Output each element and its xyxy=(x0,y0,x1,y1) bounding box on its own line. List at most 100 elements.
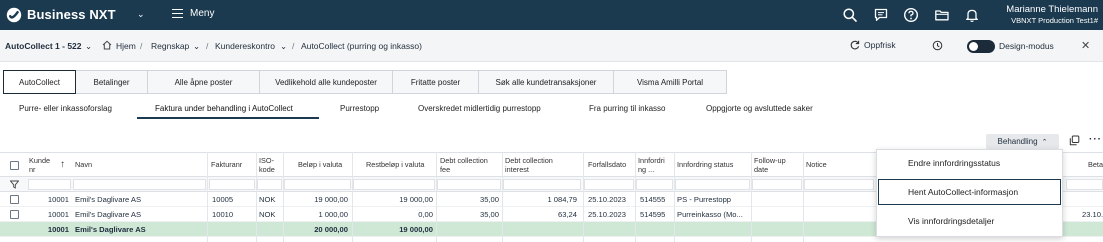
tab-vedlikehold[interactable]: Vedlikehold alle kundeposter xyxy=(260,70,393,94)
filter-icon[interactable] xyxy=(10,180,19,189)
tab-sok-kundetransaksjoner[interactable]: Søk alle kundetransaksjoner xyxy=(479,70,614,94)
design-mode-label: Design-modus xyxy=(999,41,1054,51)
col-header-kundenr[interactable]: Kunde nr xyxy=(29,156,57,174)
col-header-innfordring-nr[interactable]: Innfordri ng ... xyxy=(638,156,674,174)
tab-betalinger[interactable]: Betalinger xyxy=(76,70,148,94)
tab-visma-amilli[interactable]: Visma Amilli Portal xyxy=(614,70,727,94)
user-info[interactable]: Marianne Thielemann VBNXT Production Tes… xyxy=(1006,4,1098,26)
app-name[interactable]: Business NXT xyxy=(27,7,116,22)
menu-item-endre-innfordringsstatus[interactable]: Endre innfordringsstatus xyxy=(877,150,1062,176)
app-switcher-chevron-icon[interactable]: ⌄ xyxy=(137,9,145,20)
column-divider xyxy=(635,152,636,242)
menu-item-hent-autocollect-informasjon[interactable]: Hent AutoCollect-informasjon xyxy=(878,179,1061,205)
chat-icon[interactable] xyxy=(873,7,889,23)
breadcrumb-chevron-icon[interactable]: ⌄ xyxy=(193,41,200,52)
company-name: VBNXT Production Test1# xyxy=(1011,16,1098,25)
column-divider xyxy=(207,152,208,242)
row-checkbox[interactable] xyxy=(10,195,19,204)
breadcrumb-chevron-icon[interactable]: ⌄ xyxy=(280,41,287,52)
column-divider xyxy=(751,152,752,242)
col-header-cut[interactable]: Beta xyxy=(1088,160,1103,170)
cell-debt-fee: 35,00 xyxy=(479,210,499,219)
filter-innfordring-nr[interactable] xyxy=(636,179,673,190)
col-header-follow-up[interactable]: Follow-up date xyxy=(754,156,798,174)
close-icon[interactable]: ✕ xyxy=(1081,39,1090,52)
subtab-oppgjorte-saker[interactable]: Oppgjorte og avsluttede saker xyxy=(706,104,813,113)
refresh-label: Oppfrisk xyxy=(864,40,896,50)
subtab-fra-purring-til-inkasso[interactable]: Fra purring til inkasso xyxy=(589,104,665,113)
hamburger-icon xyxy=(172,9,183,18)
visma-logo-icon[interactable] xyxy=(6,7,22,23)
bell-icon[interactable] xyxy=(964,7,980,23)
column-divider xyxy=(352,152,353,242)
folder-icon[interactable] xyxy=(934,7,950,23)
select-all-checkbox[interactable] xyxy=(10,161,19,170)
history-icon[interactable] xyxy=(932,40,943,51)
copy-icon[interactable] xyxy=(1069,135,1080,146)
tab-label: Vedlikehold alle kundeposter xyxy=(275,77,377,87)
column-divider xyxy=(803,152,804,242)
cell-iso: NOK xyxy=(259,195,276,204)
menu-button[interactable]: Meny xyxy=(172,8,214,19)
refresh-button[interactable]: Oppfrisk xyxy=(850,40,896,50)
filter-debt-fee[interactable] xyxy=(437,179,501,190)
cell-navn: Emil's Daglivare AS xyxy=(75,210,142,219)
col-header-restbelop[interactable]: Restbeløp i valuta xyxy=(366,160,424,170)
col-header-forfallsdato[interactable]: Forfallsdato xyxy=(588,160,626,170)
tab-label: Alle åpne poster xyxy=(174,77,233,87)
breadcrumb-item-kundereskontro[interactable]: Kundereskontro xyxy=(215,41,275,51)
filter-fakturanr[interactable] xyxy=(209,179,255,190)
filter-notice[interactable] xyxy=(804,179,874,190)
filter-iso[interactable] xyxy=(257,179,282,190)
context-chevron-icon[interactable]: ⌄ xyxy=(85,41,92,52)
search-icon[interactable] xyxy=(842,7,858,23)
subtab-purrestopp[interactable]: Purrestopp xyxy=(340,104,379,113)
sort-up-icon[interactable]: ↑ xyxy=(60,160,65,170)
cell-belop: 19 000,00 xyxy=(314,195,348,204)
column-divider xyxy=(256,152,257,242)
breadcrumb-bar: AutoCollect 1 - 522 ⌄ Hjem / Regnskap ⌄ … xyxy=(0,30,1103,62)
cell-belop: 1 000,00 xyxy=(318,210,348,219)
behandling-button[interactable]: Behandling ⌃ xyxy=(986,134,1059,149)
breadcrumb-separator: / xyxy=(140,41,143,51)
filter-cut[interactable] xyxy=(1066,179,1103,190)
filter-innfordring-status[interactable] xyxy=(675,179,750,190)
col-header-innfordring-status[interactable]: Innfordring status xyxy=(677,160,733,170)
breadcrumb-home[interactable]: Hjem xyxy=(116,41,136,51)
col-header-fakturanr[interactable]: Fakturanr xyxy=(211,160,242,170)
tab-fritatte-poster[interactable]: Fritatte poster xyxy=(393,70,479,94)
col-header-notice[interactable]: Notice xyxy=(806,160,827,170)
filter-kundenr[interactable] xyxy=(28,179,71,190)
col-header-debt-fee[interactable]: Debt collection fee xyxy=(440,156,500,174)
filter-debt-interest[interactable] xyxy=(503,179,581,190)
tab-autocollect[interactable]: AutoCollect xyxy=(3,70,76,94)
help-icon[interactable] xyxy=(903,7,919,23)
filter-follow-up[interactable] xyxy=(752,179,802,190)
menu-item-vis-innfordringsdetaljer[interactable]: Vis innfordringsdetaljer xyxy=(877,208,1062,234)
filter-navn[interactable] xyxy=(73,179,206,190)
cell-innfordring-nr: 514555 xyxy=(640,195,666,204)
col-header-debt-interest[interactable]: Debt collection interest xyxy=(505,156,573,174)
design-mode-toggle[interactable] xyxy=(967,40,995,53)
cell-restbelop: 19 000,00 xyxy=(399,195,433,204)
col-header-belop[interactable]: Beløp i valuta xyxy=(298,160,342,170)
cell-kundenr: 10001 xyxy=(47,195,69,204)
filter-belop[interactable] xyxy=(284,179,351,190)
filter-forfallsdato[interactable] xyxy=(584,179,634,190)
subtab-overskredet-purrestopp[interactable]: Overskredet midlertidig purrestopp xyxy=(418,104,541,113)
subtab-faktura-under-behandling[interactable]: Faktura under behandling i AutoCollect xyxy=(155,104,293,113)
col-header-iso[interactable]: ISO-kode xyxy=(259,156,281,174)
breadcrumb-item-regnskap[interactable]: Regnskap xyxy=(151,41,189,51)
col-header-navn[interactable]: Navn xyxy=(75,160,92,170)
subtab-purreforslag[interactable]: Purre- eller inkassoforslag xyxy=(19,104,112,113)
tab-alle-apne-poster[interactable]: Alle åpne poster xyxy=(148,70,260,94)
home-icon[interactable] xyxy=(102,40,112,50)
cell-forfallsdato: 25.10.2023 xyxy=(588,210,627,219)
row-checkbox[interactable] xyxy=(10,210,19,219)
cell-cut: 23.10. xyxy=(1082,210,1103,219)
more-icon[interactable]: ··· xyxy=(1089,134,1102,145)
filter-restbelop[interactable] xyxy=(353,179,435,190)
behandling-label: Behandling xyxy=(997,137,1038,146)
context-selector[interactable]: AutoCollect 1 - 522 xyxy=(5,41,82,51)
cell-innfordring-status: Purreinkasso (Mo... xyxy=(677,210,743,219)
